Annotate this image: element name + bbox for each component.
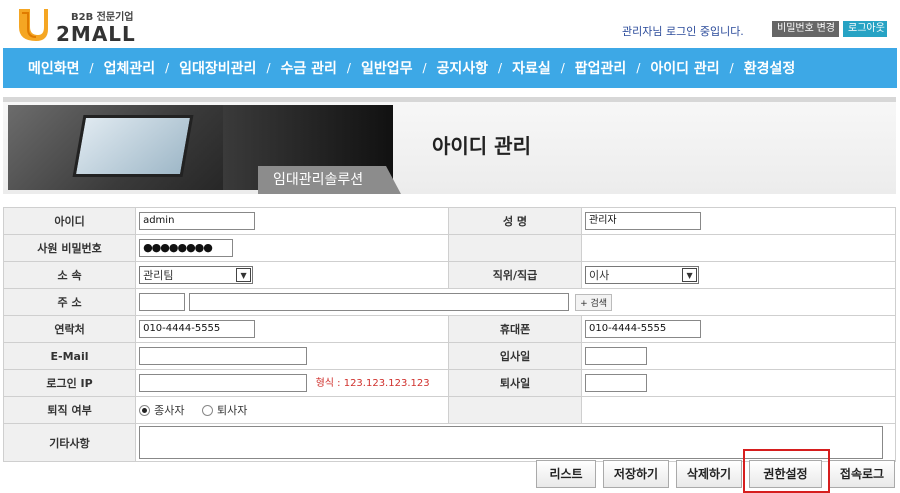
nav-separator: / [636,61,641,75]
logout-button[interactable]: 로그아웃 [843,21,887,37]
id-input[interactable]: admin [139,212,256,230]
login-ip-input[interactable] [139,374,308,392]
password-label: 사원 비밀번호 [2,234,137,262]
nav-separator: / [165,61,170,75]
nav-separator: / [89,61,94,75]
logo-brand: 2MALL [56,22,136,46]
nav-separator: / [266,61,271,75]
dept-label: 소 속 [2,261,137,289]
mobile-input[interactable]: 010-4444-5555 [585,320,702,338]
nav-separator: / [422,61,427,75]
id-label: 아이디 [2,207,137,235]
nav-item-archive[interactable]: 자료실 [512,58,551,78]
email-label: E-Mail [2,342,137,370]
nav-item-companies[interactable]: 업체관리 [104,58,156,78]
form-row: 퇴직 여부 종사자 퇴사자 [2,396,896,424]
nav-item-notices[interactable]: 공지사항 [437,58,489,78]
phone-label: 연락처 [2,315,137,343]
nav-item-collections[interactable]: 수금 관리 [280,58,336,78]
mobile-label: 휴대폰 [448,315,583,343]
chevron-down-icon: ▼ [682,268,698,282]
nav-separator: / [498,61,503,75]
form-row: 연락처 010-4444-5555 휴대폰 010-4444-5555 [2,315,896,343]
copier-screen-graphic [72,115,194,177]
delete-button[interactable]: 삭제하기 [676,460,742,488]
zipcode-input[interactable] [139,293,186,311]
status-employed-label: 종사자 [154,404,185,417]
nav-separator: / [729,61,734,75]
nav-item-general-work[interactable]: 일반업무 [361,58,413,78]
position-select[interactable]: 이사 ▼ [585,266,700,284]
status-resigned-radio[interactable] [201,404,213,416]
nav-separator: / [560,61,565,75]
form-row: 주 소 + 검색 [2,288,896,316]
login-status-text: 관리자님 로그인 중입니다. [622,25,744,38]
save-button[interactable]: 저장하기 [603,460,669,488]
nav-item-rental-equipment[interactable]: 임대장비관리 [179,58,256,78]
memo-label: 기타사항 [2,423,137,462]
u-logo-icon [19,9,48,41]
login-ip-label: 로그인 IP [2,369,137,397]
name-label: 성 명 [448,207,583,235]
leave-date-label: 퇴사일 [448,369,583,397]
permission-button-highlight-box [743,449,830,493]
join-date-input[interactable] [585,347,648,365]
page-banner: 임대관리솔루션 아이디 관리 [3,97,896,194]
name-input[interactable]: 관리자 [585,212,702,230]
nav-separator: / [346,61,351,75]
join-date-label: 입사일 [448,342,583,370]
page-title: 아이디 관리 [432,134,531,158]
nav-item-main[interactable]: 메인화면 [28,58,80,78]
logo-tagline: B2B 전문기업 [71,12,134,23]
user-form-table: 아이디 admin 성 명 관리자 사원 비밀번호 ●●●●●●●● 소 속 관… [2,207,896,462]
nav-item-popups[interactable]: 팝업관리 [575,58,627,78]
main-nav: 메인화면 / 업체관리 / 임대장비관리 / 수금 관리 / 일반업무 / 공지… [3,48,897,88]
change-password-button[interactable]: 비밀번호 변경 [772,21,839,37]
logo[interactable]: B2B 전문기업 2MALL [16,3,135,46]
address-input[interactable] [188,293,569,311]
status-resigned-label: 퇴사자 [216,404,248,417]
form-row: 아이디 admin 성 명 관리자 [2,207,896,235]
nav-item-settings[interactable]: 환경설정 [744,58,796,78]
address-label: 주 소 [2,288,137,316]
password-input[interactable]: ●●●●●●●● [139,239,234,257]
form-row: 사원 비밀번호 ●●●●●●●● [2,234,896,262]
form-row: 로그인 IP 형식 : 123.123.123.123 퇴사일 [2,369,896,397]
address-search-button[interactable]: + 검색 [575,293,613,311]
access-log-button[interactable]: 접속로그 [829,460,895,488]
form-row: 소 속 관리팀 ▼ 직위/직급 이사 ▼ [2,261,896,289]
position-label: 직위/직급 [448,261,583,289]
dept-select[interactable]: 관리팀 ▼ [139,266,254,284]
dept-select-value: 관리팀 [143,269,174,282]
leave-date-input[interactable] [585,374,648,392]
nav-item-id-management[interactable]: 아이디 관리 [650,58,719,78]
status-employed-radio[interactable] [139,404,151,416]
status-label: 퇴직 여부 [2,396,137,424]
solution-tab-label: 임대관리솔루션 [258,166,401,194]
chevron-down-icon: ▼ [236,268,252,282]
form-row: E-Mail 입사일 [2,342,896,370]
email-input[interactable] [139,347,308,365]
login-ip-format-hint: 형식 : 123.123.123.123 [315,378,430,389]
list-button[interactable]: 리스트 [536,460,596,488]
phone-input[interactable]: 010-4444-5555 [139,320,256,338]
position-select-value: 이사 [589,269,610,282]
